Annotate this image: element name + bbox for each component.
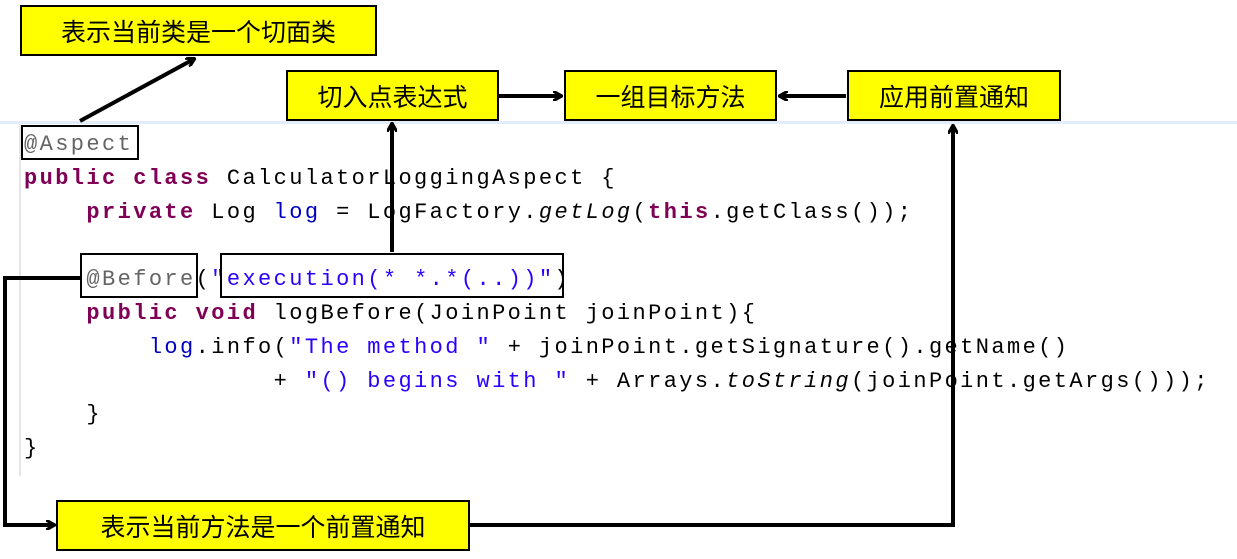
label-apply-before-advice: 应用前置通知 xyxy=(847,70,1061,121)
label-before-advice-method: 表示当前方法是一个前置通知 xyxy=(56,500,470,551)
label-pointcut-expression: 切入点表达式 xyxy=(286,70,499,121)
label-target-methods: 一组目标方法 xyxy=(564,70,777,121)
label-aspect-class: 表示当前类是一个切面类 xyxy=(20,5,377,56)
arrow-label-to-apply-advice xyxy=(469,126,953,527)
aop-annotation-diagram: @Aspect public class CalculatorLoggingAs… xyxy=(0,0,1237,559)
arrow-before-to-label xyxy=(3,276,80,525)
arrow-aspect-to-label xyxy=(79,59,194,123)
